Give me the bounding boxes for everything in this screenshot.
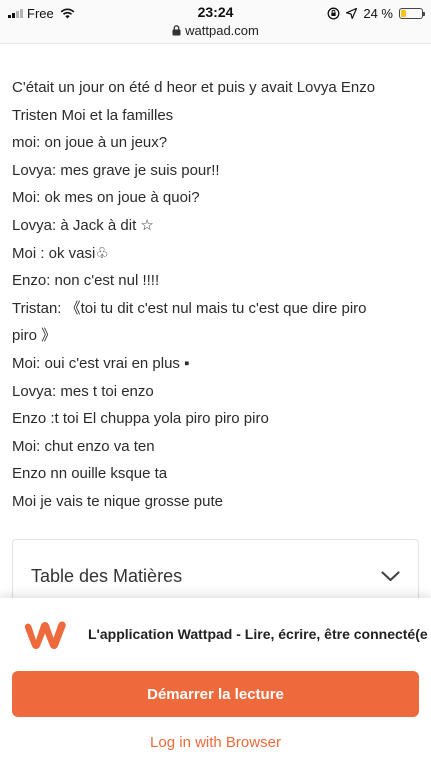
story-line: Enzo :t toi El chuppa yola piro piro pir… xyxy=(12,410,269,428)
story-line: Moi : ok vasi♧ xyxy=(12,244,109,262)
orientation-lock-icon xyxy=(327,7,340,19)
chevron-down-icon[interactable] xyxy=(381,571,400,582)
app-row: L'application Wattpad - Lire, écrire, êt… xyxy=(0,616,431,656)
story-line: Lovya: mes t toi enzo xyxy=(12,382,154,400)
status-icons: 24 % xyxy=(327,5,425,21)
start-reading-button[interactable]: Démarrer la lecture xyxy=(12,671,419,717)
story-line: piro 》 xyxy=(12,327,57,345)
location-arrow-icon xyxy=(346,7,358,19)
login-with-browser-link[interactable]: Log in with Browser xyxy=(0,734,431,751)
app-banner: L'application Wattpad - Lire, écrire, êt… xyxy=(0,598,431,768)
story-line: Moi: oui c'est vrai en plus ▪ xyxy=(12,354,190,372)
story-line: Enzo: non c'est nul !!!! xyxy=(12,272,160,290)
toc-title: Table des Matières xyxy=(31,566,183,586)
story-line: moi: on joue à un jeux? xyxy=(12,134,168,152)
story-line: Enzo nn ouille ksque ta xyxy=(12,465,168,483)
story-line: Lovya: à Jack à dit ☆ xyxy=(12,216,154,234)
battery-icon xyxy=(399,7,425,19)
address-bar[interactable]: wattpad.com xyxy=(0,23,431,38)
story-line: C'était un jour on été d heor et puis y … xyxy=(12,79,376,96)
story-line: Moi: ok mes on joue à quoi? xyxy=(12,189,200,207)
story-line: Tristen Moi et la familles xyxy=(12,106,174,124)
story-line: Tristan: 《toi tu dit c'est nul mais tu c… xyxy=(12,299,367,317)
story-text: C'était un jour on été d heor et puis y … xyxy=(12,74,420,516)
story-line: Lovya: mes grave je suis pour!! xyxy=(12,161,220,179)
story-line: Moi: chut enzo va ten xyxy=(12,437,155,455)
battery-percent: 24 % xyxy=(363,5,393,21)
app-name: L'application Wattpad - Lire, écrire, êt… xyxy=(88,626,428,642)
story-line: Moi je vais te nique grosse pute xyxy=(12,492,223,510)
lock-icon xyxy=(172,25,181,36)
wattpad-logo-icon xyxy=(24,621,66,649)
url-text: wattpad.com xyxy=(185,23,259,38)
status-bar: Free 23:24 wattpad.com 24 % xyxy=(0,0,431,44)
